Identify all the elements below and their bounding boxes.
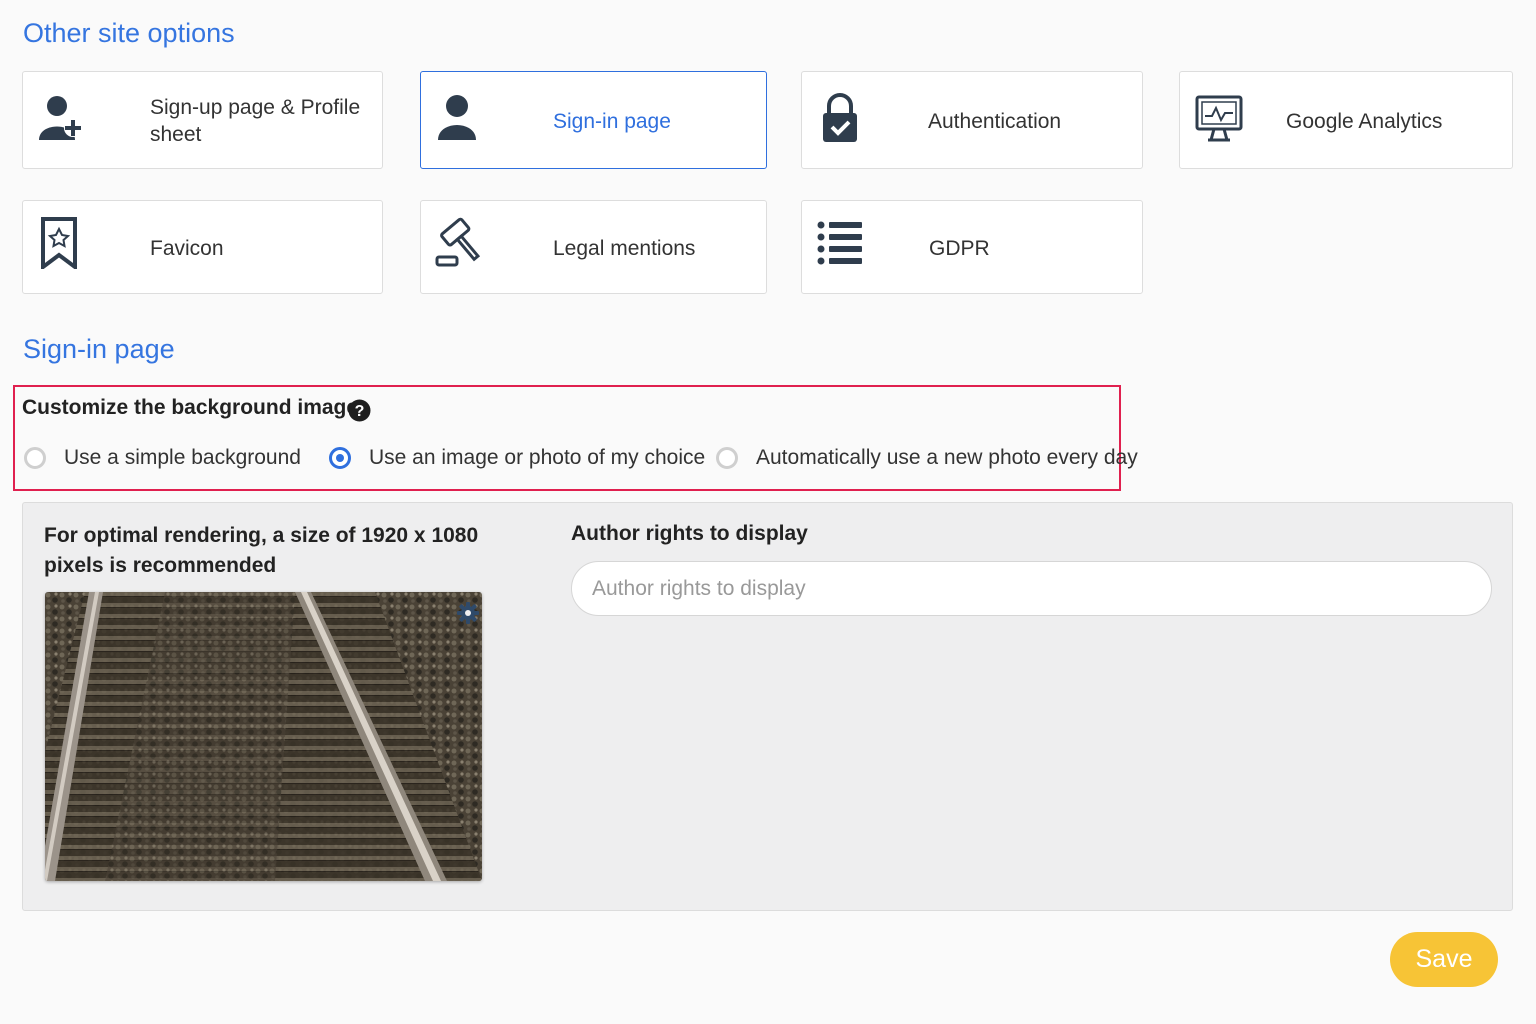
lock-check-icon <box>816 92 868 144</box>
svg-text:?: ? <box>355 403 365 420</box>
option-card-signup-profile[interactable]: Sign-up page & Profile sheet <box>22 71 383 169</box>
rendering-recommendation-text: For optimal rendering, a size of 1920 x … <box>44 524 479 577</box>
radio-button[interactable] <box>716 447 738 469</box>
option-label-signup-profile: Sign-up page & Profile sheet <box>150 96 361 146</box>
author-rights-input[interactable] <box>571 561 1492 616</box>
option-card-authentication[interactable]: Authentication <box>801 71 1143 169</box>
radio-daily-photo[interactable]: Automatically use a new photo every day <box>716 443 1138 473</box>
radio-label-image-of-choice: Use an image or photo of my choice <box>369 446 706 469</box>
gear-icon[interactable] <box>457 602 479 624</box>
option-label-legal-mentions: Legal mentions <box>553 237 696 260</box>
option-card-signin[interactable]: Sign-in page <box>420 71 767 169</box>
option-card-favicon[interactable]: Favicon <box>22 200 383 294</box>
question-circle-icon[interactable]: ? <box>348 399 371 422</box>
bookmark-star-icon <box>37 217 89 269</box>
option-card-gdpr[interactable]: GDPR <box>801 200 1143 294</box>
user-icon <box>435 92 487 144</box>
section-title-signin: Sign-in page <box>23 334 175 364</box>
list-icon <box>816 217 868 269</box>
background-option-title: Customize the background image <box>22 396 359 419</box>
radio-image-of-choice[interactable]: Use an image or photo of my choice <box>329 443 705 473</box>
radio-button[interactable] <box>24 447 46 469</box>
user-plus-icon <box>37 92 89 144</box>
option-label-gdpr: GDPR <box>929 237 990 260</box>
radio-label-daily-photo: Automatically use a new photo every day <box>756 446 1138 469</box>
radio-simple-background[interactable]: Use a simple background <box>24 443 301 473</box>
option-label-favicon: Favicon <box>150 237 224 260</box>
radio-label-simple-background: Use a simple background <box>64 446 301 469</box>
background-image-preview[interactable] <box>45 592 482 881</box>
radio-button-checked[interactable] <box>329 447 351 469</box>
author-rights-label: Author rights to display <box>571 522 808 545</box>
section-title-other-options: Other site options <box>23 18 235 48</box>
option-label-signin: Sign-in page <box>553 110 671 133</box>
save-button[interactable]: Save <box>1390 932 1498 987</box>
option-label-google-analytics: Google Analytics <box>1286 110 1443 133</box>
option-label-authentication: Authentication <box>928 110 1062 133</box>
gavel-icon <box>435 217 487 269</box>
monitor-chart-icon <box>1194 92 1246 144</box>
option-card-google-analytics[interactable]: Google Analytics <box>1179 71 1513 169</box>
option-card-legal-mentions[interactable]: Legal mentions <box>420 200 767 294</box>
